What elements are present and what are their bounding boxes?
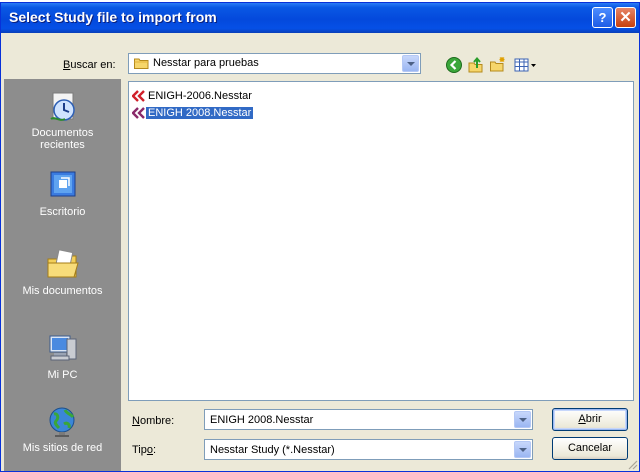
look-in-label: Buscar en: — [63, 59, 116, 71]
place-my-documents[interactable]: Mis documentos — [4, 247, 121, 297]
file-name: ENIGH-2006.Nesstar — [148, 90, 252, 102]
look-in-value: Nesstar para pruebas — [153, 57, 259, 69]
cancel-button[interactable]: Cancelar — [552, 437, 628, 460]
file-item[interactable]: ENIGH-2006.Nesstar — [131, 89, 254, 103]
place-network[interactable]: Mis sitios de red — [4, 404, 121, 454]
file-name: ENIGH 2008.Nesstar — [144, 106, 255, 120]
places-bar: Documentos recientes Escritorio Mis docu… — [4, 79, 121, 471]
resize-grip-icon[interactable] — [626, 458, 638, 470]
new-folder-icon[interactable] — [489, 56, 507, 74]
place-my-computer[interactable]: Mi PC — [4, 331, 121, 381]
window-title: Select Study file to import from — [9, 9, 217, 25]
chevron-down-icon[interactable] — [514, 441, 531, 458]
open-file-dialog: Select Study file to import from ? ✕ Bus… — [0, 2, 640, 472]
title-bar[interactable]: Select Study file to import from ? ✕ — [1, 3, 639, 33]
desktop-icon — [45, 168, 81, 204]
nesstar-file-icon — [131, 90, 146, 102]
place-label-line1: Documentos — [31, 127, 94, 139]
file-list[interactable]: ENIGH-2006.Nesstar ENIGH 2008.Nesstar — [128, 81, 634, 401]
chevron-down-icon[interactable] — [514, 411, 531, 428]
file-name-combo[interactable]: ENIGH 2008.Nesstar — [204, 409, 533, 430]
file-type-combo[interactable]: Nesstar Study (*.Nesstar) — [204, 439, 533, 460]
place-label-line1: Mis documentos — [22, 285, 103, 297]
file-type-value: Nesstar Study (*.Nesstar) — [210, 444, 335, 456]
up-folder-icon[interactable] — [467, 56, 485, 74]
my-computer-icon — [45, 331, 81, 367]
file-item-selected[interactable]: ENIGH 2008.Nesstar — [131, 106, 255, 120]
back-icon[interactable] — [445, 56, 463, 74]
open-button[interactable]: Abrir — [552, 408, 628, 431]
file-type-label: Tipo: — [132, 444, 157, 456]
close-button[interactable]: ✕ — [615, 7, 636, 28]
view-menu-icon[interactable] — [513, 56, 539, 74]
file-name-value: ENIGH 2008.Nesstar — [210, 414, 314, 426]
place-label-line1: Escritorio — [39, 206, 86, 218]
place-desktop[interactable]: Escritorio — [4, 168, 121, 218]
nesstar-file-icon — [131, 107, 146, 119]
place-label-line1: Mi PC — [47, 369, 78, 381]
chevron-down-icon[interactable] — [402, 55, 419, 72]
recent-documents-icon — [45, 89, 81, 125]
help-button[interactable]: ? — [592, 7, 613, 28]
place-label-line2: recientes — [40, 139, 85, 151]
network-places-icon — [45, 404, 81, 440]
place-label-line1: Mis sitios de red — [22, 442, 103, 454]
look-in-combo[interactable]: Nesstar para pruebas — [128, 53, 421, 74]
place-recent-documents[interactable]: Documentos recientes — [4, 89, 121, 151]
my-documents-icon — [45, 247, 81, 283]
file-name-label: Nombre: — [132, 415, 175, 427]
folder-icon — [134, 57, 149, 69]
